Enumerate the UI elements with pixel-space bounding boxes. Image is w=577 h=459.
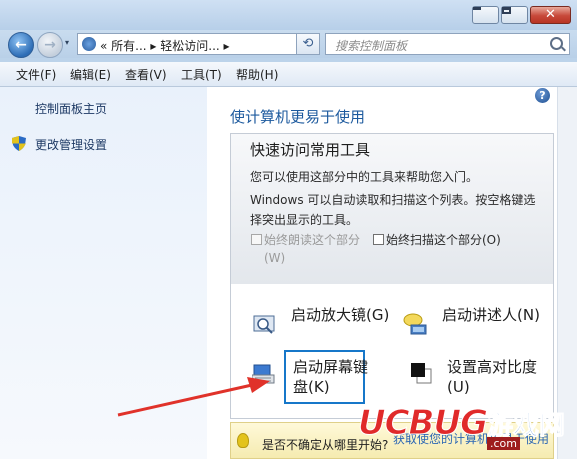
forward-button[interactable]: → xyxy=(37,32,63,58)
panel-description-2: Windows 可以自动读取和扫描这个列表。按空格键选择突出显示的工具。 xyxy=(250,193,536,227)
panel-title: 快速访问常用工具 xyxy=(250,141,371,159)
start-magnifier-link[interactable]: 启动放大镜(G) xyxy=(291,305,391,325)
always-scan-checkbox[interactable] xyxy=(373,234,384,245)
sidebar-item-uac[interactable]: 更改管理设置 xyxy=(35,136,107,153)
menu-file[interactable]: 文件(F) xyxy=(16,66,56,83)
page-title: 使计算机更易于使用 xyxy=(230,108,366,126)
maximize-button[interactable] xyxy=(501,6,528,24)
control-panel-icon xyxy=(82,37,96,51)
menu-edit[interactable]: 编辑(E) xyxy=(70,66,111,83)
menu-tools[interactable]: 工具(T) xyxy=(181,66,222,83)
recent-pages-dropdown[interactable]: ▾ xyxy=(65,38,74,50)
start-narrator-link[interactable]: 启动讲述人(N) xyxy=(442,305,542,325)
always-read-checkbox[interactable] xyxy=(251,234,262,245)
menu-help[interactable]: 帮助(H) xyxy=(236,66,278,83)
close-button[interactable]: ✕ xyxy=(530,6,571,24)
watermark-logo: UCBUG xyxy=(358,403,489,444)
refresh-button[interactable]: ⟲ xyxy=(296,33,320,55)
back-arrow-icon: ← xyxy=(15,37,27,53)
sidebar-item-home[interactable]: 控制面板主页 xyxy=(35,100,107,117)
panel-description: 您可以使用这部分中的工具来帮助您入门。 xyxy=(250,170,479,184)
lightbulb-icon xyxy=(237,433,249,448)
always-read-label: 始终朗读这个部分(W) xyxy=(264,233,361,265)
address-bar[interactable]: « 所有... ▸ 轻松访问... ▸ ▾ xyxy=(77,33,319,55)
search-icon[interactable] xyxy=(550,37,563,50)
set-high-contrast-link[interactable]: 设置高对比度(U) xyxy=(447,357,547,397)
forward-arrow-icon: → xyxy=(44,37,56,53)
menu-view[interactable]: 查看(V) xyxy=(125,66,167,83)
help-icon[interactable]: ? xyxy=(535,88,550,103)
magnifier-icon[interactable] xyxy=(253,315,275,335)
shield-icon xyxy=(12,136,26,151)
maximize-icon xyxy=(502,7,511,14)
search-input[interactable]: 搜索控制面板 xyxy=(325,33,570,55)
search-placeholder: 搜索控制面板 xyxy=(335,39,408,53)
minimize-icon xyxy=(473,7,481,10)
keyboard-icon[interactable] xyxy=(252,364,276,384)
high-contrast-icon[interactable] xyxy=(410,362,432,384)
watermark: UCBUG游戏网 xyxy=(358,403,566,444)
narrator-icon[interactable] xyxy=(403,313,427,335)
close-icon: ✕ xyxy=(545,7,556,22)
breadcrumb[interactable]: « 所有... ▸ 轻松访问... ▸ xyxy=(100,37,230,54)
back-button[interactable]: ← xyxy=(8,32,34,58)
always-scan-label: 始终扫描这个部分(O) xyxy=(386,233,501,247)
start-on-screen-keyboard-link[interactable]: 启动屏幕键盘(K) xyxy=(293,357,373,397)
watermark-url: .com xyxy=(487,437,520,450)
minimize-button[interactable] xyxy=(472,6,499,24)
